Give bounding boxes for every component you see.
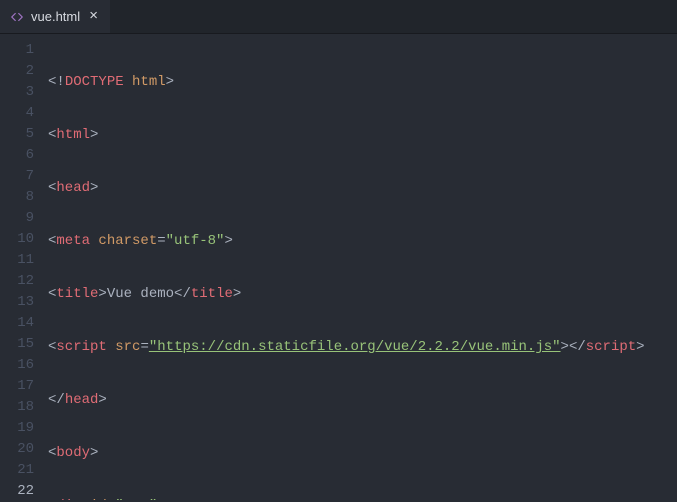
line-number: 4 bbox=[0, 103, 34, 124]
line-number: 5 bbox=[0, 124, 34, 145]
tab-bar: vue.html × bbox=[0, 0, 677, 34]
line-number: 19 bbox=[0, 418, 34, 439]
code-line: <head> bbox=[48, 178, 677, 199]
line-number: 14 bbox=[0, 313, 34, 334]
code-line: <script src="https://cdn.staticfile.org/… bbox=[48, 337, 677, 358]
editor[interactable]: 1 2 3 4 5 6 7 8 9 10 11 12 13 14 15 16 1… bbox=[0, 34, 677, 500]
code-line: <!DOCTYPE html> bbox=[48, 72, 677, 93]
code-line: </head> bbox=[48, 390, 677, 411]
tab-label: vue.html bbox=[31, 9, 80, 24]
line-number: 12 bbox=[0, 271, 34, 292]
line-number: 8 bbox=[0, 187, 34, 208]
line-number: 13 bbox=[0, 292, 34, 313]
line-number: 3 bbox=[0, 82, 34, 103]
line-number: 17 bbox=[0, 376, 34, 397]
line-number: 18 bbox=[0, 397, 34, 418]
code-line: <title>Vue demo</title> bbox=[48, 284, 677, 305]
tab-vue-html[interactable]: vue.html × bbox=[0, 0, 110, 33]
code-line: <div id="app"> bbox=[48, 496, 677, 500]
line-number: 15 bbox=[0, 334, 34, 355]
line-number: 22 bbox=[0, 481, 34, 502]
line-number: 9 bbox=[0, 208, 34, 229]
line-number: 2 bbox=[0, 61, 34, 82]
line-number: 20 bbox=[0, 439, 34, 460]
line-number: 10 bbox=[0, 229, 34, 250]
code-line: <body> bbox=[48, 443, 677, 464]
close-icon[interactable]: × bbox=[87, 9, 100, 24]
code-area[interactable]: <!DOCTYPE html> <html> <head> <meta char… bbox=[48, 34, 677, 500]
code-file-icon bbox=[10, 10, 24, 24]
line-number: 1 bbox=[0, 40, 34, 61]
line-number: 21 bbox=[0, 460, 34, 481]
line-number-gutter: 1 2 3 4 5 6 7 8 9 10 11 12 13 14 15 16 1… bbox=[0, 34, 48, 500]
code-line: <meta charset="utf-8"> bbox=[48, 231, 677, 252]
line-number: 16 bbox=[0, 355, 34, 376]
line-number: 7 bbox=[0, 166, 34, 187]
code-line: <html> bbox=[48, 125, 677, 146]
line-number: 6 bbox=[0, 145, 34, 166]
line-number: 11 bbox=[0, 250, 34, 271]
